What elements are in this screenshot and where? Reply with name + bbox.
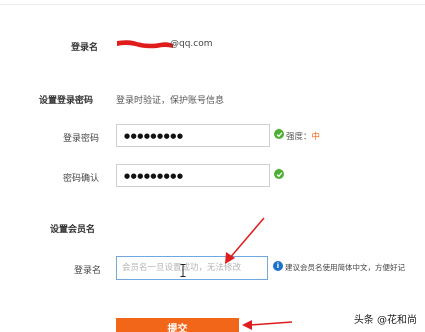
annotation-arrow-input (225, 217, 265, 264)
annotation-arrow-submit (242, 320, 293, 330)
watermark: 头条 @花和尚 (353, 315, 417, 326)
annotation-arrows (225, 217, 293, 330)
